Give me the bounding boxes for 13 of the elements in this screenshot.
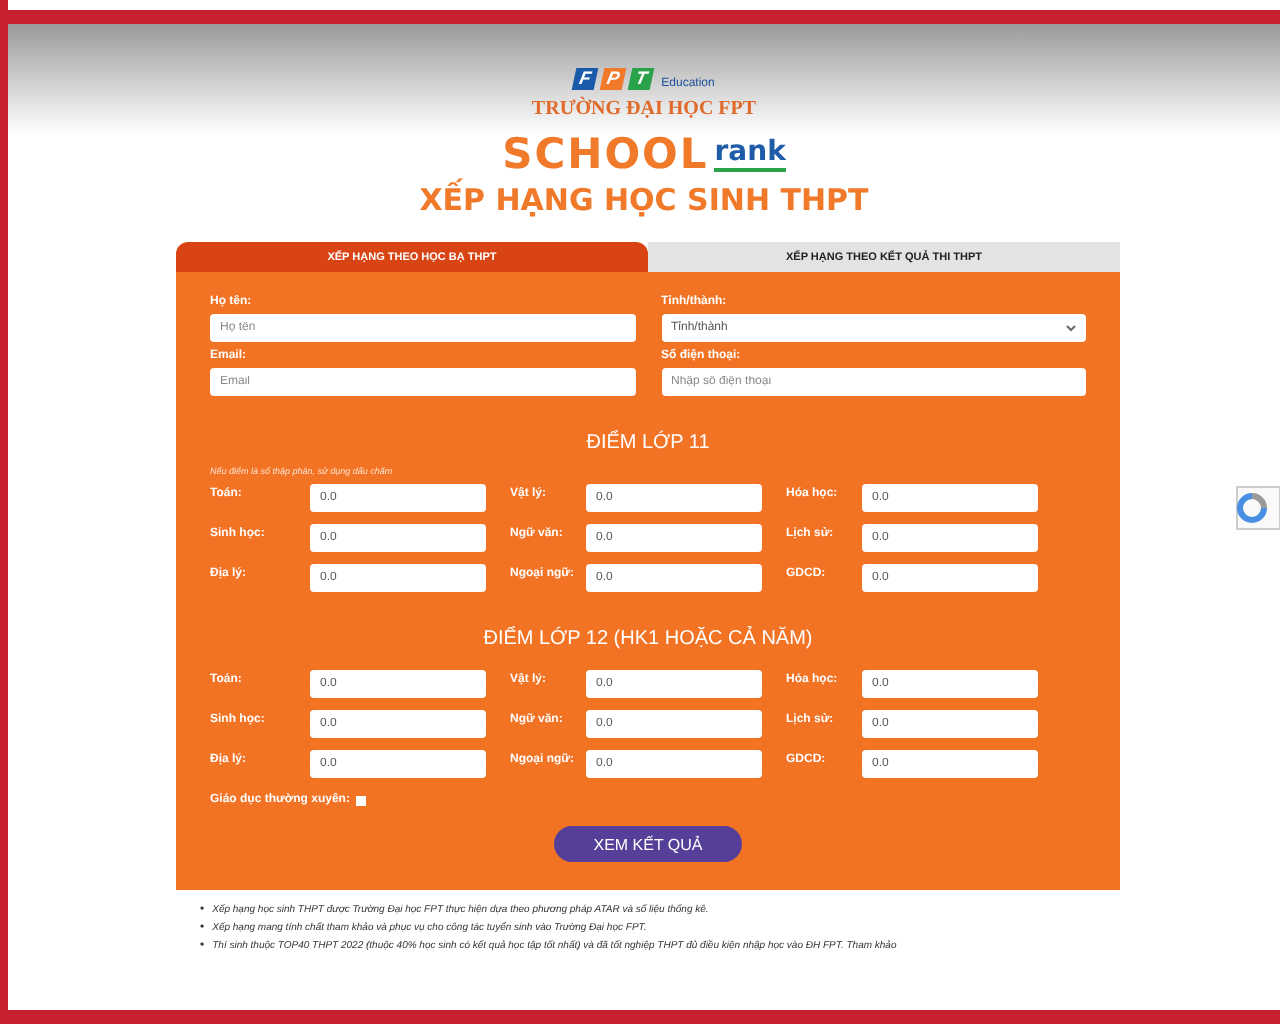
recaptcha-icon[interactable]: [1236, 486, 1280, 530]
brand-logo: SCHOOL: [502, 130, 709, 178]
chevron-icon: [1066, 324, 1076, 332]
brand-logo-accent: rank: [714, 136, 786, 172]
section-heading: ĐIỂM LỚP 12 (HK1 HOẶC CẢ NĂM): [481, 628, 815, 650]
university-name: TRƯỜNG ĐẠI HỌC FPT: [531, 98, 757, 120]
logo-tile: P: [598, 68, 626, 90]
checkbox[interactable]: [355, 795, 366, 805]
page-title: XẾP HẠNG HỌC SINH THPT: [419, 182, 869, 218]
section-heading: ĐIỂM LỚP 11: [584, 432, 712, 454]
submit-button[interactable]: XEM KẾT QUẢ: [554, 826, 742, 862]
logo-tile: T: [626, 68, 654, 90]
logo-tile: F: [570, 68, 598, 90]
